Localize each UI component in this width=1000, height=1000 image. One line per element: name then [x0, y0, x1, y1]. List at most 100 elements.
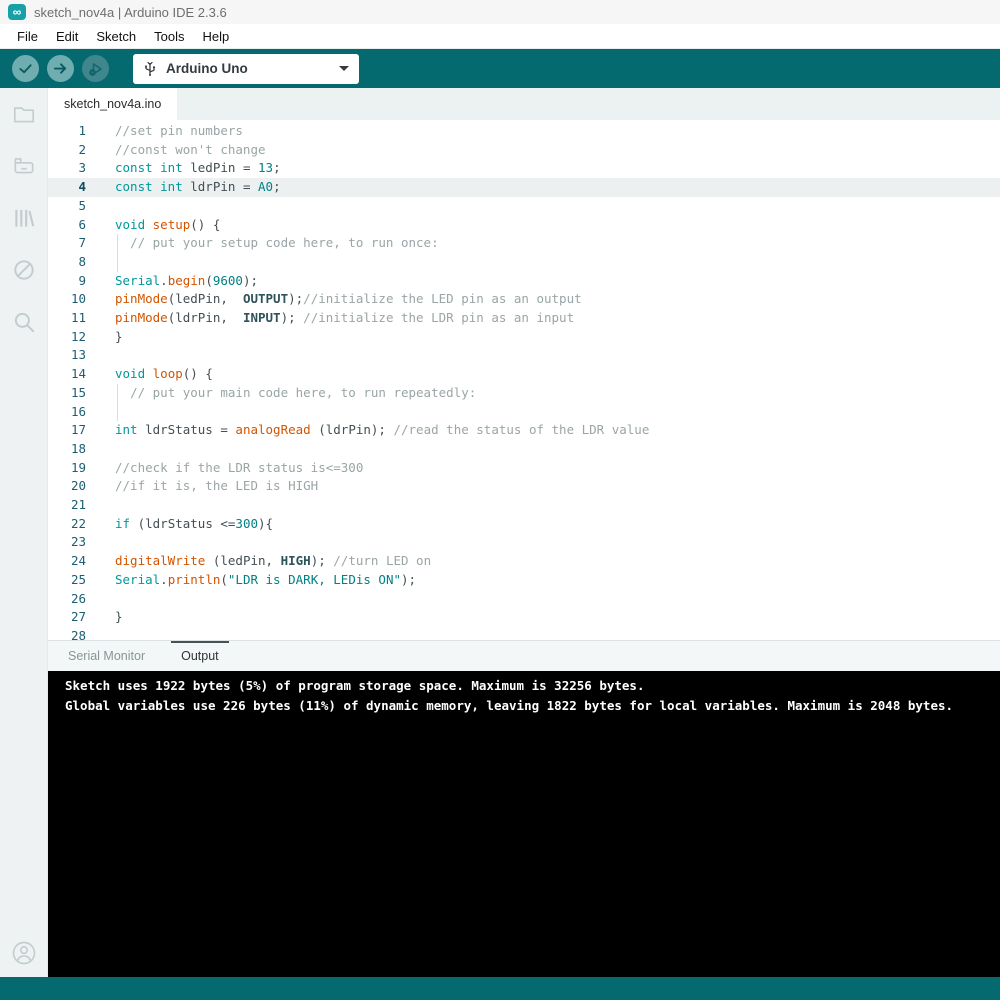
right-arrow-icon: [53, 61, 68, 76]
code-line-13[interactable]: 13: [48, 346, 1000, 365]
file-tab-bar: sketch_nov4a.ino: [48, 88, 1000, 120]
tab-serial-monitor[interactable]: Serial Monitor: [56, 641, 157, 671]
code-line-18[interactable]: 18: [48, 440, 1000, 459]
code-line-19[interactable]: 19//check if the LDR status is<=300: [48, 459, 1000, 478]
debug-play-icon: [88, 61, 104, 77]
usb-icon: [143, 61, 157, 77]
menu-sketch[interactable]: Sketch: [87, 27, 145, 46]
upload-button[interactable]: [47, 55, 74, 82]
line-number: 13: [48, 346, 100, 365]
line-number: 18: [48, 440, 100, 459]
line-number: 4: [48, 178, 100, 197]
check-icon: [18, 61, 33, 76]
code-line-12[interactable]: 12}: [48, 328, 1000, 347]
status-bar: [0, 977, 1000, 1000]
line-number: 8: [48, 253, 100, 272]
menu-edit[interactable]: Edit: [47, 27, 87, 46]
activity-sidebar: [0, 88, 48, 977]
line-number: 9: [48, 272, 100, 291]
code-line-5[interactable]: 5: [48, 197, 1000, 216]
console-line: Sketch uses 1922 bytes (5%) of program s…: [65, 676, 1000, 696]
indent-guide: [117, 234, 118, 253]
line-number: 10: [48, 290, 100, 309]
code-line-10[interactable]: 10pinMode(ledPin, OUTPUT);//initialize t…: [48, 290, 1000, 309]
code-line-26[interactable]: 26: [48, 590, 1000, 609]
code-line-3[interactable]: 3const int ledPin = 13;: [48, 159, 1000, 178]
board-selector[interactable]: Arduino Uno: [133, 54, 359, 84]
line-number: 16: [48, 403, 100, 422]
line-number: 7: [48, 234, 100, 253]
code-line-20[interactable]: 20//if it is, the LED is HIGH: [48, 477, 1000, 496]
arduino-logo-icon: ∞: [8, 4, 26, 20]
code-lines: 1//set pin numbers2//const won't change3…: [48, 122, 1000, 641]
indent-guide: [117, 253, 118, 272]
indent-guide: [117, 403, 118, 422]
file-tab-label: sketch_nov4a.ino: [64, 97, 161, 111]
code-line-25[interactable]: 25Serial.println("LDR is DARK, LEDis ON"…: [48, 571, 1000, 590]
window-title: sketch_nov4a | Arduino IDE 2.3.6: [34, 5, 227, 20]
line-number: 22: [48, 515, 100, 534]
tab-output[interactable]: Output: [169, 641, 231, 671]
title-bar: ∞ sketch_nov4a | Arduino IDE 2.3.6: [0, 0, 1000, 24]
arduino-ide-window: ∞ sketch_nov4a | Arduino IDE 2.3.6 FileE…: [0, 0, 1000, 1000]
output-console[interactable]: Sketch uses 1922 bytes (5%) of program s…: [48, 671, 1000, 977]
line-number: 21: [48, 496, 100, 515]
code-line-8[interactable]: 8: [48, 253, 1000, 272]
code-line-16[interactable]: 16: [48, 403, 1000, 422]
code-line-6[interactable]: 6void setup() {: [48, 216, 1000, 235]
search-icon[interactable]: [10, 308, 38, 336]
code-editor[interactable]: 1//set pin numbers2//const won't change3…: [48, 120, 1000, 641]
code-line-9[interactable]: 9Serial.begin(9600);: [48, 272, 1000, 291]
menu-bar: FileEditSketchToolsHelp: [0, 24, 1000, 48]
sketchbook-folder-icon[interactable]: [10, 100, 38, 128]
code-line-11[interactable]: 11pinMode(ldrPin, INPUT); //initialize t…: [48, 309, 1000, 328]
line-number: 28: [48, 627, 100, 641]
code-line-14[interactable]: 14void loop() {: [48, 365, 1000, 384]
code-line-21[interactable]: 21: [48, 496, 1000, 515]
line-number: 11: [48, 309, 100, 328]
tab-sketch-ino[interactable]: sketch_nov4a.ino: [48, 88, 177, 120]
line-number: 17: [48, 421, 100, 440]
code-line-4[interactable]: 4const int ldrPin = A0;: [48, 178, 1000, 197]
code-line-7[interactable]: 7 // put your setup code here, to run on…: [48, 234, 1000, 253]
line-number: 25: [48, 571, 100, 590]
line-number: 20: [48, 477, 100, 496]
line-number: 23: [48, 533, 100, 552]
line-number: 24: [48, 552, 100, 571]
indent-guide: [117, 384, 118, 403]
library-manager-icon[interactable]: [10, 204, 38, 232]
line-number: 3: [48, 159, 100, 178]
line-number: 1: [48, 122, 100, 141]
line-number: 15: [48, 384, 100, 403]
code-line-27[interactable]: 27}: [48, 608, 1000, 627]
code-line-24[interactable]: 24digitalWrite (ledPin, HIGH); //turn LE…: [48, 552, 1000, 571]
code-line-28[interactable]: 28: [48, 627, 1000, 641]
menu-tools[interactable]: Tools: [145, 27, 193, 46]
code-line-22[interactable]: 22if (ldrStatus <=300){: [48, 515, 1000, 534]
menu-file[interactable]: File: [8, 27, 47, 46]
console-line: Global variables use 226 bytes (11%) of …: [65, 696, 1000, 716]
line-number: 6: [48, 216, 100, 235]
code-line-2[interactable]: 2//const won't change: [48, 141, 1000, 160]
toolbar: Arduino Uno: [0, 48, 1000, 88]
line-number: 5: [48, 197, 100, 216]
code-line-23[interactable]: 23: [48, 533, 1000, 552]
line-number: 12: [48, 328, 100, 347]
verify-button[interactable]: [12, 55, 39, 82]
line-number: 2: [48, 141, 100, 160]
debug-button[interactable]: [82, 55, 109, 82]
debug-icon[interactable]: [10, 256, 38, 284]
account-icon[interactable]: [10, 939, 38, 967]
line-number: 26: [48, 590, 100, 609]
boards-manager-icon[interactable]: [10, 152, 38, 180]
line-number: 19: [48, 459, 100, 478]
code-line-17[interactable]: 17int ldrStatus = analogRead (ldrPin); /…: [48, 421, 1000, 440]
line-number: 14: [48, 365, 100, 384]
line-number: 27: [48, 608, 100, 627]
menu-help[interactable]: Help: [193, 27, 238, 46]
code-line-1[interactable]: 1//set pin numbers: [48, 122, 1000, 141]
code-line-15[interactable]: 15 // put your main code here, to run re…: [48, 384, 1000, 403]
bottom-panel-tabs: Serial Monitor Output: [48, 641, 1000, 671]
chevron-down-icon: [339, 66, 349, 71]
board-selector-label: Arduino Uno: [166, 61, 248, 76]
